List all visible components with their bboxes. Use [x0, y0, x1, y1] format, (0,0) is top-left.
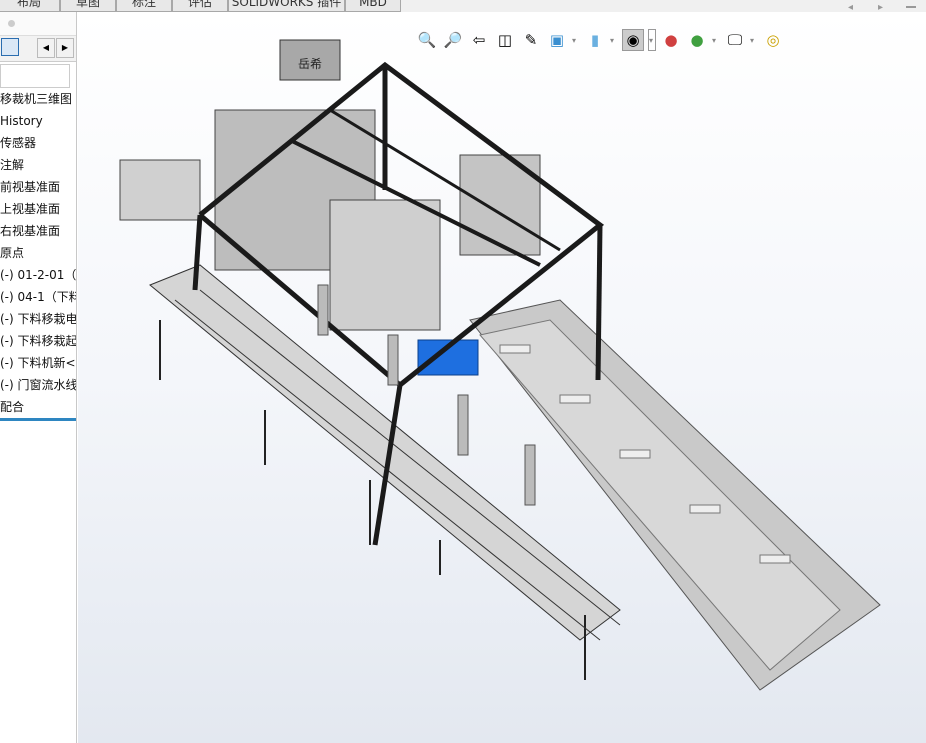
apply-scene-icon[interactable]: ● — [686, 29, 708, 51]
dynamic-annotation-icon[interactable]: ✎ — [520, 29, 542, 51]
tree-sensors[interactable]: 传感器 — [0, 133, 76, 153]
scroll-right-button[interactable]: ▶ — [56, 38, 74, 58]
zoom-to-area-icon[interactable]: 🔎 — [442, 29, 464, 51]
tree-component[interactable]: (-) 01-2-01（ — [0, 265, 76, 285]
tree-component[interactable]: (-) 下料移栽电 — [0, 309, 76, 329]
model-label: 岳希 — [298, 56, 322, 71]
window-prev-icon[interactable]: ◂ — [848, 2, 853, 13]
tab-evaluate[interactable]: 评估 — [172, 0, 228, 12]
chevron-down-icon[interactable]: ▾ — [750, 36, 758, 45]
view-orientation-icon[interactable]: ▣ — [546, 29, 568, 51]
tab-dimension[interactable]: 标注 — [116, 0, 172, 12]
previous-view-icon[interactable]: ⇦ — [468, 29, 490, 51]
panel-grip[interactable] — [8, 20, 15, 27]
graphics-area[interactable]: 岳希 🔍 🔎 ⇦ ◫ ✎ ▣ ▾ ▮ ▾ ◉ ▾ ● ● ▾ 🖵 ▾ ◎ ◂ ▸ — [78, 2, 926, 743]
feature-tree-icon[interactable] — [1, 38, 19, 56]
tree-front-plane[interactable]: 前视基准面 — [0, 177, 76, 197]
filter-input[interactable] — [0, 64, 70, 88]
tab-mbd[interactable]: MBD — [345, 0, 401, 12]
tree-component[interactable]: (-) 下料机新< — [0, 353, 76, 373]
chevron-down-icon[interactable]: ▾ — [572, 36, 580, 45]
tree-component[interactable]: (-) 门窗流水线 — [0, 375, 76, 395]
view-settings-icon[interactable]: 🖵 — [724, 29, 746, 51]
tree-origin[interactable]: 原点 — [0, 243, 76, 263]
tree-top-plane[interactable]: 上视基准面 — [0, 199, 76, 219]
scroll-left-button[interactable]: ◀ — [37, 38, 55, 58]
section-view-icon[interactable]: ◫ — [494, 29, 516, 51]
window-next-icon[interactable]: ▸ — [878, 2, 883, 13]
chevron-down-icon[interactable]: ▾ — [712, 36, 720, 45]
chevron-down-icon[interactable]: ▾ — [648, 29, 656, 51]
tree-component[interactable]: (-) 下料移栽起 — [0, 331, 76, 351]
zoom-to-fit-icon[interactable]: 🔍 — [416, 29, 438, 51]
minimize-icon[interactable] — [906, 6, 916, 8]
display-style-icon[interactable]: ▮ — [584, 29, 606, 51]
tab-layout[interactable]: 布局 — [0, 0, 60, 12]
hide-show-items-icon[interactable]: ◉ — [622, 29, 644, 51]
edit-appearance-icon[interactable]: ● — [660, 29, 682, 51]
assembly-model: 岳希 — [119, 39, 881, 691]
tree-mates[interactable]: 配合 — [0, 397, 76, 421]
tab-solidworks-addins[interactable]: SOLIDWORKS 插件 — [228, 0, 345, 12]
tree-component[interactable]: (-) 04-1（下料 — [0, 287, 76, 307]
chevron-down-icon[interactable]: ▾ — [610, 36, 618, 45]
tree-right-plane[interactable]: 右视基准面 — [0, 221, 76, 241]
command-manager-tabs: 布局 草图 标注 评估 SOLIDWORKS 插件 MBD — [0, 0, 926, 12]
tree-history[interactable]: History — [0, 111, 76, 131]
tree-annotations[interactable]: 注解 — [0, 155, 76, 175]
heads-up-view-toolbar: 🔍 🔎 ⇦ ◫ ✎ ▣ ▾ ▮ ▾ ◉ ▾ ● ● ▾ 🖵 ▾ ◎ — [416, 26, 784, 54]
tree-root[interactable]: 移裁机三维图 — [0, 89, 76, 109]
measure-icon[interactable]: ◎ — [762, 29, 784, 51]
tab-sketch[interactable]: 草图 — [60, 0, 116, 12]
